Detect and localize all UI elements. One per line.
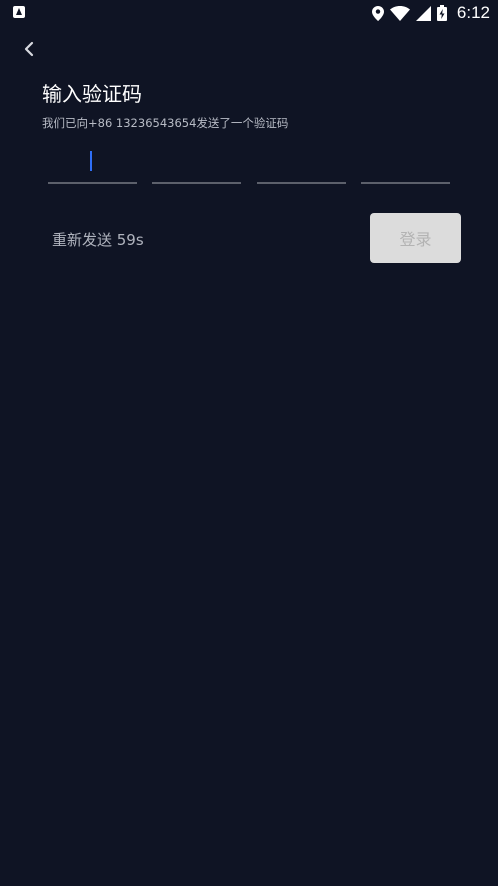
status-bar: 6:12 [0, 0, 498, 26]
status-time: 6:12 [456, 3, 490, 22]
status-icons: 6:12 [371, 2, 490, 24]
app-notification-icon [13, 6, 25, 18]
code-digit-input-1[interactable] [48, 146, 137, 184]
phone-sent-notice: 我们已向+86 13236543654发送了一个验证码 [42, 116, 289, 130]
resend-countdown[interactable]: 重新发送 59s [52, 229, 144, 250]
text-caret [90, 151, 92, 171]
page-title: 输入验证码 [42, 82, 142, 106]
battery-icon [436, 5, 447, 21]
signal-icon [415, 5, 431, 21]
chevron-left-icon [24, 41, 34, 57]
verification-code-inputs[interactable] [48, 146, 451, 184]
code-digit-input-2[interactable] [152, 146, 241, 184]
login-button[interactable]: 登录 [370, 213, 461, 263]
location-icon [371, 5, 384, 21]
wifi-icon [389, 5, 410, 21]
code-digit-input-3[interactable] [257, 146, 346, 184]
code-digit-input-4[interactable] [361, 146, 450, 184]
back-button[interactable] [14, 36, 44, 62]
